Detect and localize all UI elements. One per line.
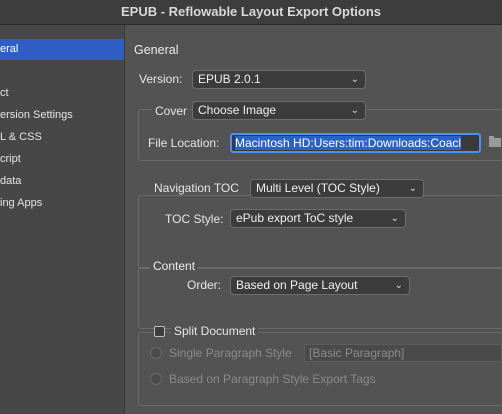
sidebar-item-general[interactable]: eral [0,39,124,60]
window-title: EPUB - Reflowable Layout Export Options [120,4,382,19]
toc-style-select[interactable]: ePub export ToC style ⌄ [230,209,406,228]
single-paragraph-style-value: [Basic Paragraph] [309,346,405,360]
cover-label: Cover [152,104,191,118]
sidebar-item-label: ersion Settings [0,109,73,121]
version-value: EPUB 2.0.1 [198,72,261,86]
sidebar-item-html-css[interactable]: L & CSS [0,127,124,148]
file-location-field[interactable]: Macintosh HD:Users:tim:Downloads:Coacl [230,133,481,153]
cover-value: Choose Image [198,103,277,117]
folder-icon[interactable] [489,136,501,147]
toc-style-value: ePub export ToC style [236,211,354,225]
based-on-tags-label: Based on Paragraph Style Export Tags [169,372,376,386]
navigation-toc-group [138,195,502,269]
file-location-value: Macintosh HD:Users:tim:Downloads:Coacl [235,136,462,150]
version-select[interactable]: EPUB 2.0.1 ⌄ [192,70,366,89]
sidebar: eral ct ersion Settings L & CSS cript da… [0,25,125,414]
sidebar-item-label: ing Apps [0,197,43,209]
single-paragraph-style-label: Single Paragraph Style [169,346,292,360]
sidebar-item-label: eral [0,43,19,55]
split-document-label: Split Document [171,324,259,338]
chevron-down-icon: ⌄ [408,183,417,194]
sidebar-item-label: data [0,175,22,187]
navigation-toc-label: Navigation TOC [151,181,242,195]
toc-style-label: TOC Style: [165,212,224,226]
content-heading: Content [150,259,199,273]
split-document-checkbox[interactable] [154,326,165,337]
chevron-down-icon: ⌄ [390,213,399,224]
chevron-down-icon: ⌄ [394,280,403,291]
sidebar-item-label: ct [0,87,9,99]
order-value: Based on Page Layout [236,278,358,292]
chevron-down-icon: ⌄ [350,74,359,85]
file-location-label: File Location: [148,136,220,150]
sidebar-item-object[interactable]: ct [0,83,124,104]
main-panel: General Version: EPUB 2.0.1 ⌄ Cover Choo… [126,25,502,414]
sidebar-item-label: cript [0,153,21,165]
cover-select[interactable]: Choose Image ⌄ [192,101,366,120]
sidebar-item-label: L & CSS [0,131,42,143]
general-heading: General [134,43,179,57]
chevron-down-icon: ⌄ [350,105,359,116]
order-select[interactable]: Based on Page Layout ⌄ [230,276,410,295]
navigation-toc-value: Multi Level (TOC Style) [256,181,380,195]
title-bar: EPUB - Reflowable Layout Export Options [0,0,502,25]
sidebar-item-javascript[interactable]: cript [0,149,124,170]
sidebar-item-conversion-settings[interactable]: ersion Settings [0,105,124,126]
single-paragraph-style-radio[interactable] [150,347,162,359]
based-on-tags-radio[interactable] [150,373,162,385]
navigation-toc-select[interactable]: Multi Level (TOC Style) ⌄ [250,179,424,198]
single-paragraph-style-select[interactable]: [Basic Paragraph] [304,344,502,362]
version-label: Version: [139,72,183,86]
order-label: Order: [187,278,222,292]
sidebar-item-metadata[interactable]: data [0,171,124,192]
sidebar-item-viewing-apps[interactable]: ing Apps [0,193,124,214]
